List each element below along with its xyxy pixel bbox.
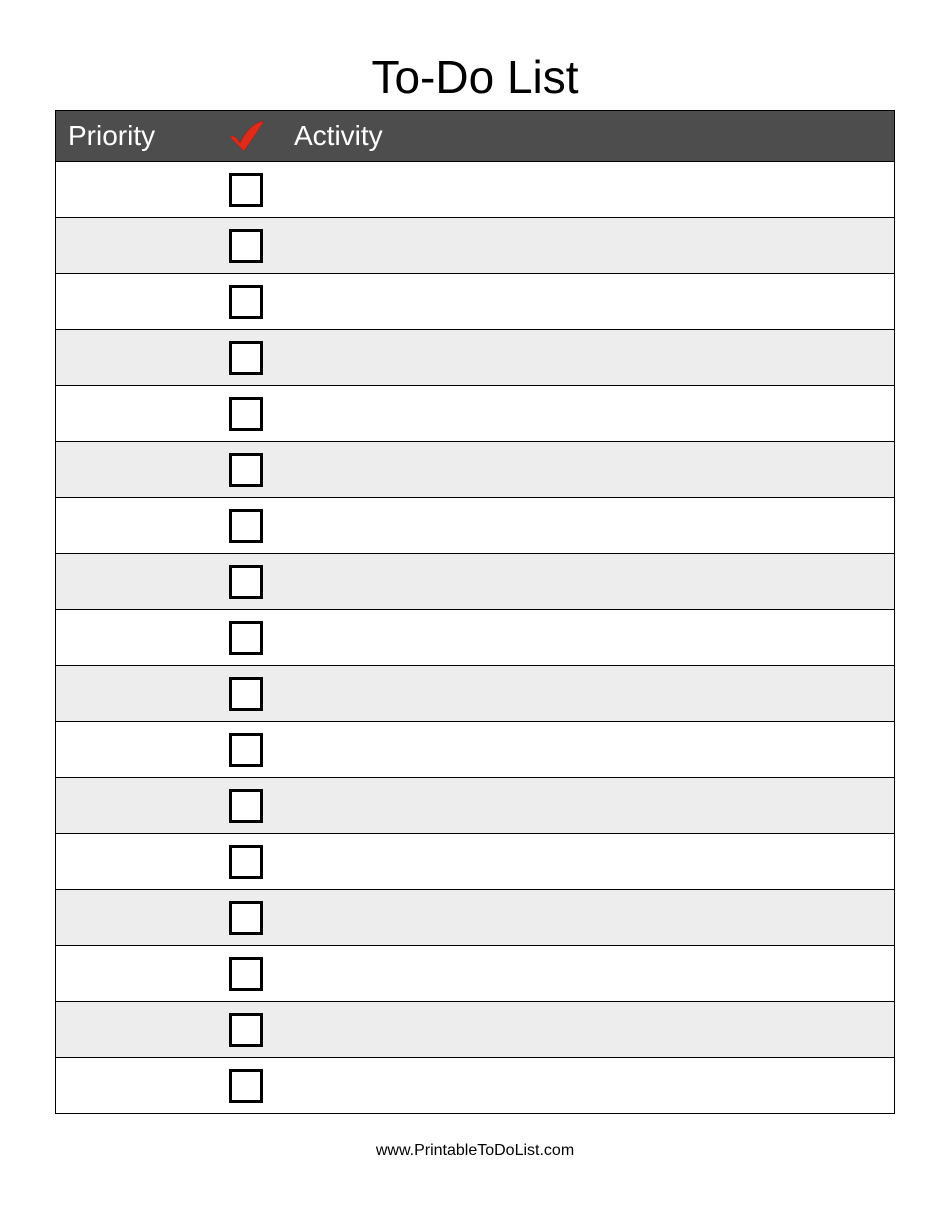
priority-cell[interactable] bbox=[56, 861, 206, 862]
activity-cell[interactable] bbox=[286, 637, 894, 638]
priority-cell[interactable] bbox=[56, 301, 206, 302]
checkbox-cell bbox=[206, 509, 286, 543]
checkbox[interactable] bbox=[229, 733, 263, 767]
activity-cell[interactable] bbox=[286, 469, 894, 470]
activity-cell[interactable] bbox=[286, 973, 894, 974]
checkbox-cell bbox=[206, 621, 286, 655]
checkbox[interactable] bbox=[229, 173, 263, 207]
checkbox[interactable] bbox=[229, 565, 263, 599]
checkbox-cell bbox=[206, 1013, 286, 1047]
activity-cell[interactable] bbox=[286, 413, 894, 414]
checkbox[interactable] bbox=[229, 397, 263, 431]
priority-cell[interactable] bbox=[56, 357, 206, 358]
activity-cell[interactable] bbox=[286, 1085, 894, 1086]
activity-cell[interactable] bbox=[286, 301, 894, 302]
checkbox-cell bbox=[206, 397, 286, 431]
checkbox[interactable] bbox=[229, 229, 263, 263]
table-row bbox=[56, 1001, 894, 1057]
table-row bbox=[56, 385, 894, 441]
table-row bbox=[56, 609, 894, 665]
table-row bbox=[56, 889, 894, 945]
activity-cell[interactable] bbox=[286, 581, 894, 582]
checkbox[interactable] bbox=[229, 789, 263, 823]
table-row bbox=[56, 497, 894, 553]
table-row bbox=[56, 777, 894, 833]
checkbox-cell bbox=[206, 173, 286, 207]
table-row bbox=[56, 665, 894, 721]
checkbox[interactable] bbox=[229, 621, 263, 655]
checkbox-cell bbox=[206, 957, 286, 991]
table-row bbox=[56, 217, 894, 273]
activity-cell[interactable] bbox=[286, 1029, 894, 1030]
checkbox[interactable] bbox=[229, 1013, 263, 1047]
checkbox-cell bbox=[206, 733, 286, 767]
activity-cell[interactable] bbox=[286, 357, 894, 358]
priority-cell[interactable] bbox=[56, 525, 206, 526]
table-row bbox=[56, 1057, 894, 1113]
table-row bbox=[56, 945, 894, 1001]
priority-cell[interactable] bbox=[56, 973, 206, 974]
checkbox[interactable] bbox=[229, 901, 263, 935]
table-row bbox=[56, 721, 894, 777]
checkbox[interactable] bbox=[229, 1069, 263, 1103]
checkbox[interactable] bbox=[229, 453, 263, 487]
table-row bbox=[56, 161, 894, 217]
footer-text: www.PrintableToDoList.com bbox=[55, 1142, 895, 1160]
checkbox-cell bbox=[206, 341, 286, 375]
priority-cell[interactable] bbox=[56, 189, 206, 190]
checkbox-cell bbox=[206, 845, 286, 879]
checkbox[interactable] bbox=[229, 677, 263, 711]
checkbox[interactable] bbox=[229, 285, 263, 319]
priority-cell[interactable] bbox=[56, 1085, 206, 1086]
priority-cell[interactable] bbox=[56, 1029, 206, 1030]
checkmark-icon bbox=[226, 119, 266, 153]
table-row bbox=[56, 441, 894, 497]
header-activity: Activity bbox=[286, 120, 894, 152]
table-row bbox=[56, 553, 894, 609]
priority-cell[interactable] bbox=[56, 469, 206, 470]
priority-cell[interactable] bbox=[56, 693, 206, 694]
activity-cell[interactable] bbox=[286, 189, 894, 190]
checkbox-cell bbox=[206, 1069, 286, 1103]
activity-cell[interactable] bbox=[286, 525, 894, 526]
checkbox[interactable] bbox=[229, 957, 263, 991]
activity-cell[interactable] bbox=[286, 245, 894, 246]
checkbox-cell bbox=[206, 229, 286, 263]
priority-cell[interactable] bbox=[56, 413, 206, 414]
checkbox[interactable] bbox=[229, 509, 263, 543]
priority-cell[interactable] bbox=[56, 805, 206, 806]
checkbox-cell bbox=[206, 677, 286, 711]
priority-cell[interactable] bbox=[56, 917, 206, 918]
checkbox-cell bbox=[206, 789, 286, 823]
header-check bbox=[206, 119, 286, 153]
activity-cell[interactable] bbox=[286, 805, 894, 806]
checkbox[interactable] bbox=[229, 341, 263, 375]
table-row bbox=[56, 273, 894, 329]
activity-cell[interactable] bbox=[286, 861, 894, 862]
table-header: Priority Activity bbox=[56, 111, 894, 161]
priority-cell[interactable] bbox=[56, 245, 206, 246]
checkbox-cell bbox=[206, 901, 286, 935]
priority-cell[interactable] bbox=[56, 749, 206, 750]
header-priority: Priority bbox=[56, 120, 206, 152]
priority-cell[interactable] bbox=[56, 637, 206, 638]
todo-table: Priority Activity bbox=[55, 110, 895, 1114]
activity-cell[interactable] bbox=[286, 917, 894, 918]
checkbox-cell bbox=[206, 565, 286, 599]
activity-cell[interactable] bbox=[286, 749, 894, 750]
checkbox-cell bbox=[206, 285, 286, 319]
page: To-Do List Priority Activity www.Printab… bbox=[0, 0, 950, 1230]
activity-cell[interactable] bbox=[286, 693, 894, 694]
priority-cell[interactable] bbox=[56, 581, 206, 582]
page-title: To-Do List bbox=[55, 50, 895, 104]
table-row bbox=[56, 833, 894, 889]
table-row bbox=[56, 329, 894, 385]
checkbox[interactable] bbox=[229, 845, 263, 879]
checkbox-cell bbox=[206, 453, 286, 487]
